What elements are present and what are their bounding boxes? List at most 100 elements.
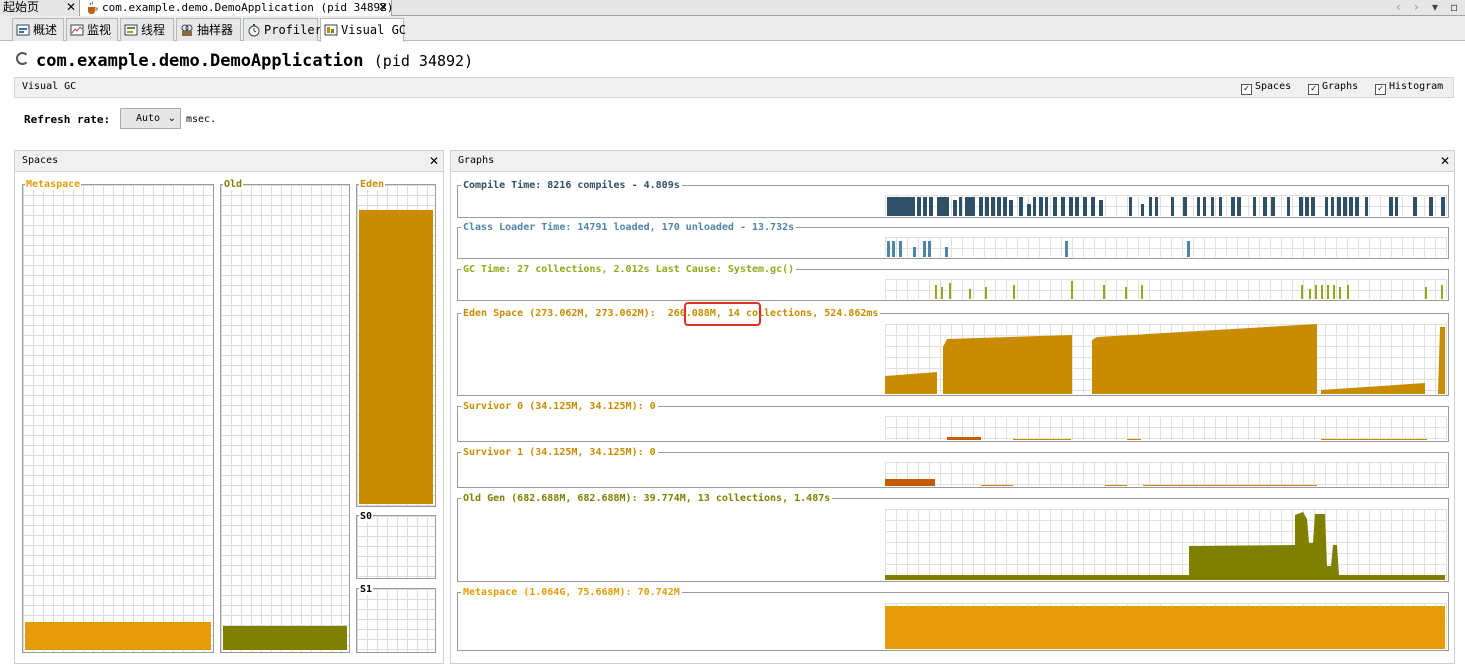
compile-time-spike — [1053, 197, 1057, 216]
eden-space-graph — [457, 313, 1449, 396]
survivor-1-segment — [1143, 485, 1317, 486]
class-loader-spike — [1065, 241, 1068, 257]
tab-sampler[interactable]: 抽样器 — [176, 18, 241, 41]
tab-profiler[interactable]: Profiler — [243, 18, 322, 41]
compile-time-spike — [1287, 197, 1290, 216]
graphs-checkbox[interactable]: ✓ Graphs — [1308, 81, 1358, 95]
view-tab-bar: 概述 监视 线程 抽样器 Profiler Visual GC — [0, 16, 1465, 42]
metaspace-graph — [457, 592, 1449, 651]
spaces-checkbox[interactable]: ✓ Spaces — [1241, 81, 1291, 95]
metaspace-graph-label: Metaspace (1.064G, 75.668M): 70.742M — [461, 587, 682, 598]
app-pid: (pid 34892) — [373, 52, 474, 70]
doc-tab-label: com.example.demo.DemoApplication (pid 34… — [102, 1, 394, 14]
tab-monitor[interactable]: 监视 — [66, 18, 118, 41]
compile-time-spike — [1365, 197, 1368, 216]
chevron-down-icon: ⌄ — [167, 113, 176, 124]
survivor-1-area — [885, 479, 1317, 486]
eden-space-label-prefix: Eden Space (273.062M, 273.062M): — [463, 308, 656, 319]
old-gen-area — [885, 512, 1445, 580]
compile-time-spike — [1129, 197, 1132, 216]
s1-space-label: S1 — [359, 584, 374, 595]
compile-time-spike — [917, 197, 921, 216]
refresh-rate-select[interactable]: Auto ⌄ — [120, 108, 181, 129]
compile-time-spike — [959, 197, 962, 216]
tab-label: 线程 — [141, 23, 166, 37]
doc-tab-label: 起始页 — [3, 0, 40, 14]
tab-label: Visual GC — [341, 23, 407, 37]
compile-time-spike — [1253, 197, 1256, 216]
close-icon[interactable]: ✕ — [1440, 151, 1450, 171]
metaspace-space-label: Metaspace — [25, 179, 82, 190]
metaspace-space — [22, 184, 214, 653]
chevron-down-icon[interactable]: ▾ — [1432, 0, 1438, 14]
gc-time-spike — [1441, 285, 1443, 299]
metaspace-fill — [25, 622, 211, 650]
compile-time-spike — [1003, 197, 1007, 216]
compile-time-spike — [1355, 197, 1359, 216]
scroll-right-icon[interactable]: › — [1414, 0, 1419, 14]
eden-usage-segment — [885, 372, 937, 394]
threads-icon — [124, 24, 138, 36]
eden-usage-segment — [1092, 324, 1317, 394]
java-cup-icon — [88, 1, 98, 14]
old-gen-graph — [457, 498, 1449, 582]
close-icon[interactable]: ✕ — [429, 151, 439, 171]
gc-time-spikes — [935, 281, 1443, 299]
eden-usage-segment — [943, 335, 1072, 394]
gc-time-spike — [1141, 285, 1143, 299]
compile-time-spike — [1061, 197, 1065, 216]
compile-time-spike — [1299, 197, 1303, 216]
stopwatch-icon — [248, 24, 260, 37]
close-icon[interactable]: ✕ — [66, 0, 76, 15]
gc-time-spike — [1327, 285, 1329, 299]
compile-time-plot — [885, 195, 1447, 216]
close-icon[interactable]: ✕ — [378, 0, 388, 15]
metaspace-plot — [885, 603, 1447, 649]
compile-time-spike — [1141, 204, 1144, 216]
old-gen-usage — [885, 512, 1445, 580]
compile-time-spike — [979, 197, 983, 216]
compile-time-spike — [1099, 200, 1103, 216]
survivor-1-segment — [885, 479, 935, 486]
tab-threads[interactable]: 线程 — [120, 18, 174, 41]
old-gen-plot — [885, 509, 1447, 580]
checkbox-checked-icon: ✓ — [1375, 84, 1386, 95]
compile-time-spike — [1033, 197, 1036, 216]
class-loader-spikes — [887, 241, 1190, 257]
compile-time-label: Compile Time: 8216 compiles - 4.809s — [461, 180, 682, 191]
s1-space — [356, 588, 436, 653]
gc-time-spike — [1315, 285, 1317, 299]
gc-time-spike — [1103, 285, 1105, 299]
survivor-0-segment — [1127, 439, 1141, 440]
monitor-chart-icon — [70, 24, 84, 36]
compile-time-spike — [1083, 197, 1087, 216]
sampler-icon — [181, 24, 193, 36]
survivor-0-segment — [1013, 439, 1071, 440]
eden-space-area — [885, 324, 1445, 394]
histogram-checkbox[interactable]: ✓ Histogram — [1375, 81, 1443, 95]
compile-time-spike — [1441, 197, 1445, 216]
checkbox-label: Histogram — [1389, 81, 1444, 92]
compile-time-spike — [991, 197, 995, 216]
class-loader-spike — [928, 241, 931, 257]
class-loader-spike — [945, 247, 948, 257]
eden-usage-segment — [1321, 383, 1425, 394]
app-name: com.example.demo.DemoApplication — [36, 51, 364, 71]
visual-gc-toolbar — [14, 77, 1454, 98]
gc-time-spike — [1347, 285, 1349, 299]
tab-overview[interactable]: 概述 — [12, 18, 64, 41]
compile-time-spike — [1343, 197, 1347, 216]
gc-time-spike — [1301, 285, 1303, 299]
restore-window-icon[interactable]: ▫ — [1450, 0, 1458, 14]
checkbox-checked-icon: ✓ — [1241, 84, 1252, 95]
gc-time-spike — [949, 283, 951, 299]
tab-visual-gc[interactable]: Visual GC — [320, 18, 407, 42]
doc-tab-start-page[interactable]: 起始页 ✕ — [0, 0, 80, 16]
compile-time-spike — [929, 197, 933, 216]
doc-tab-application[interactable]: com.example.demo.DemoApplication (pid 34… — [80, 0, 394, 16]
compile-time-spike — [1337, 197, 1341, 216]
compile-time-spike — [1019, 197, 1023, 216]
overview-icon — [16, 24, 30, 36]
scroll-left-icon[interactable]: ‹ — [1396, 0, 1401, 14]
gc-time-spike — [1071, 281, 1073, 299]
